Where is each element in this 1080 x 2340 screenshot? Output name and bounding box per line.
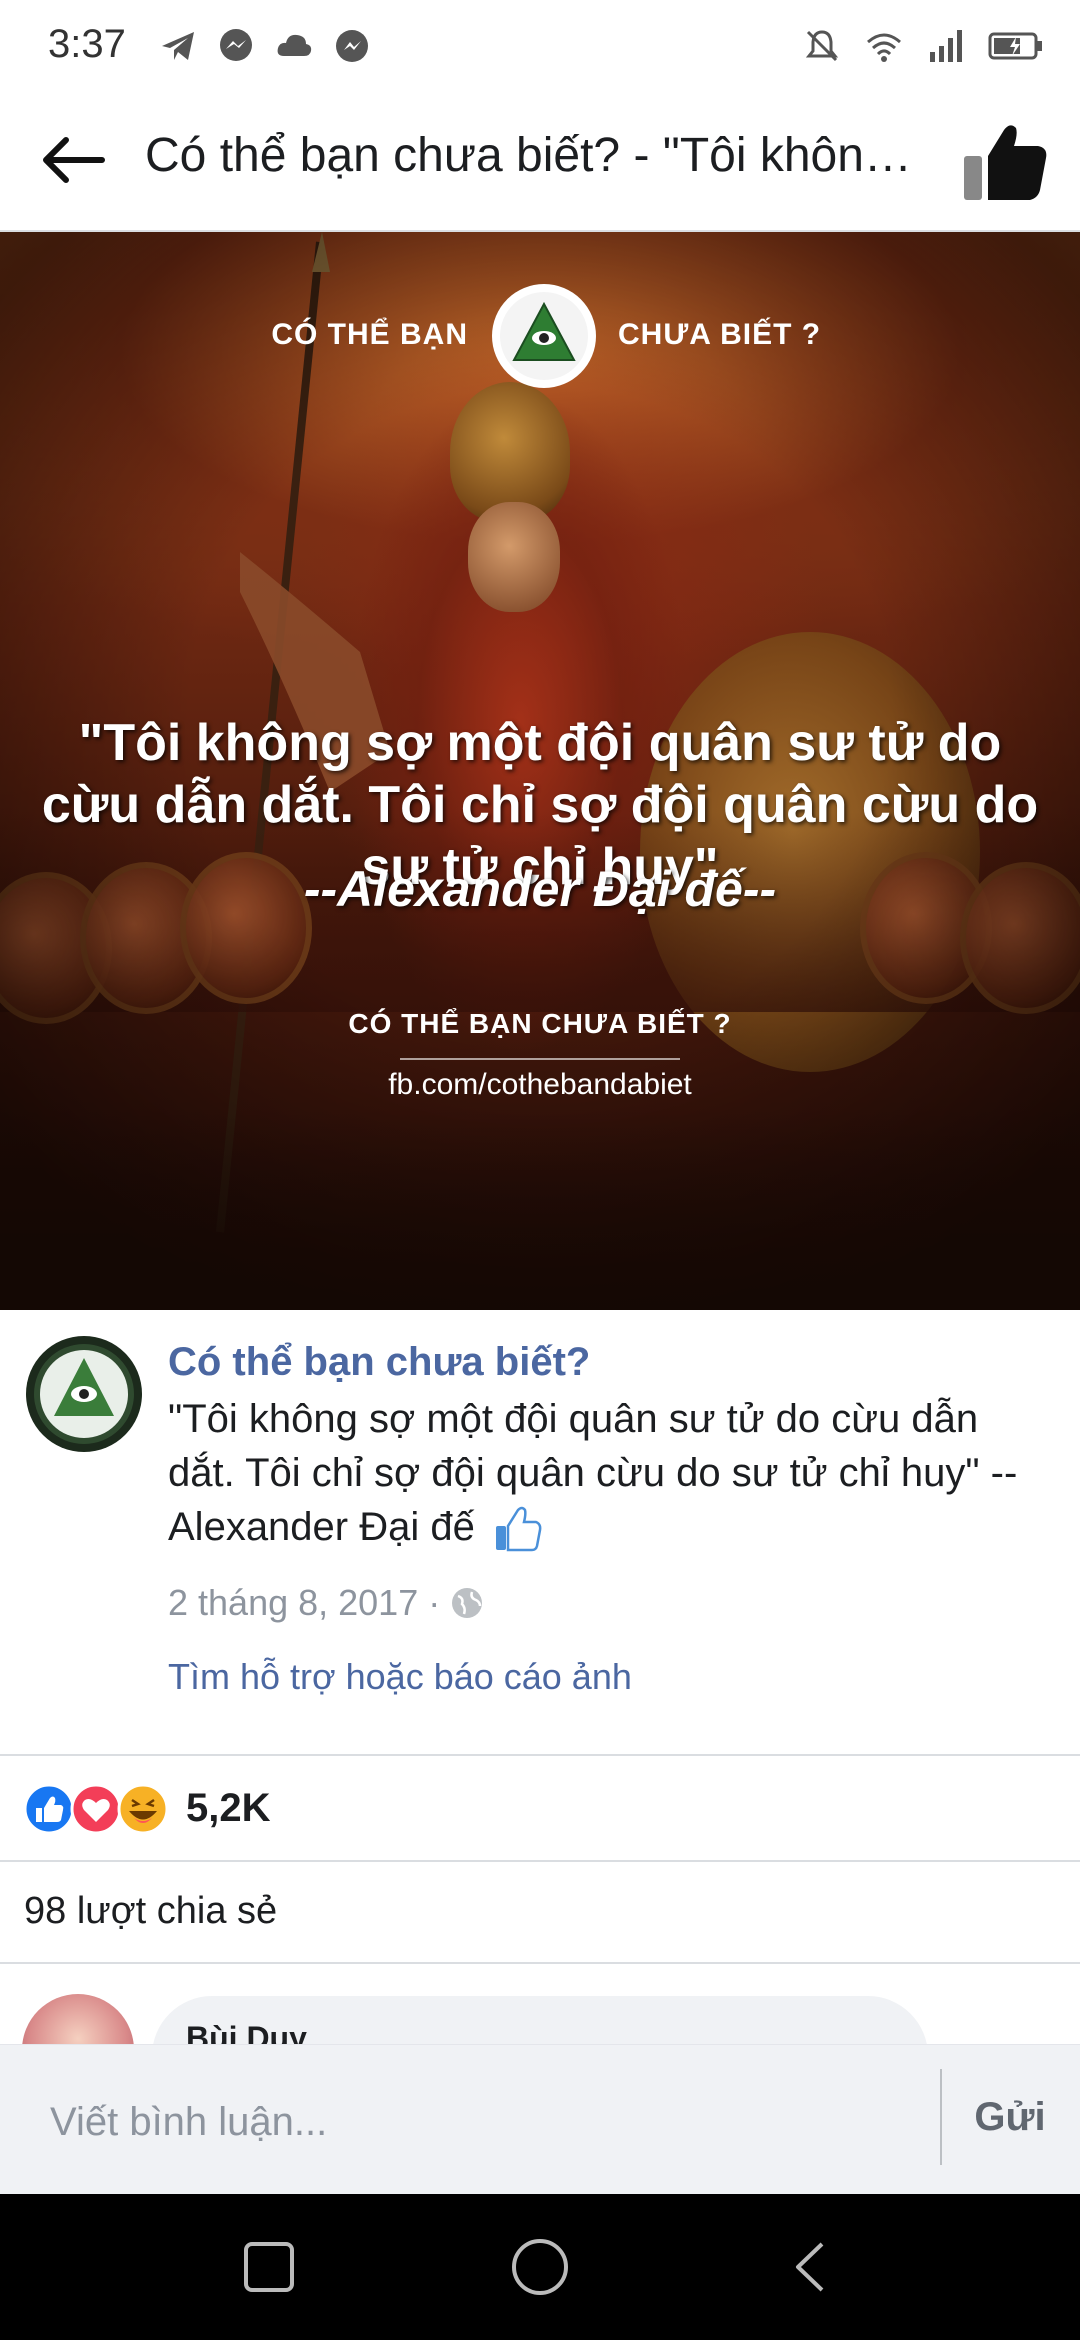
system-nav-bar [0, 2194, 1080, 2340]
telegram-icon [162, 32, 194, 60]
share-count: 98 lượt chia sẻ [24, 1890, 278, 1932]
comment-avatar[interactable] [22, 1994, 134, 2044]
page-title: Có thể bạn chưa biết? - "Tôi không sợ mộ… [145, 129, 915, 182]
status-time: 3:37 [48, 22, 126, 66]
post-photo[interactable]: CÓ THỂ BẠN CHƯA BIẾT ? "Tôi không sợ một… [0, 232, 1080, 1310]
signal-icon [930, 30, 962, 62]
back-arrow-icon[interactable] [36, 122, 112, 198]
messenger-alt-icon [336, 30, 368, 62]
report-photo-link[interactable]: Tìm hỗ trợ hoặc báo cáo ảnh [168, 1656, 632, 1698]
composer-divider [940, 2069, 942, 2165]
reaction-icons [23, 1783, 169, 1835]
brand-left-text: CÓ THỂ BẠN [271, 318, 468, 351]
brand-right-text: CHƯA BIẾT ? [618, 318, 822, 351]
post-date: 2 tháng 8, 2017 · [168, 1582, 441, 1623]
post-meta: 2 tháng 8, 2017 · [168, 1582, 484, 1624]
bell-off-icon [805, 30, 839, 62]
comment-author[interactable]: Bùi Duy [186, 2020, 307, 2044]
like-reaction-icon [23, 1783, 75, 1835]
comment-composer: Gửi [0, 2044, 1080, 2195]
photo-footer-divider [400, 1058, 680, 1060]
wifi-icon [867, 33, 901, 62]
notification-icons [158, 26, 372, 66]
home-icon[interactable] [507, 2234, 573, 2300]
page-avatar[interactable] [24, 1334, 144, 1454]
reactions-bar[interactable]: 5,2K [0, 1756, 1080, 1860]
post-caption: "Tôi không sợ một đội quân sư tử do cừu … [168, 1392, 1048, 1554]
photo-quote-author: --Alexander Đại đế-- [303, 861, 777, 917]
page-name-link[interactable]: Có thể bạn chưa biết? [168, 1340, 590, 1385]
cloud-icon [277, 34, 312, 56]
status-bar: 3:37 [0, 0, 1080, 92]
system-icons [802, 26, 1044, 66]
shares-row[interactable]: 98 lượt chia sẻ [0, 1862, 1080, 1962]
battery-icon [988, 32, 1042, 60]
thumbs-up-emoji-icon [495, 1507, 542, 1552]
photo-footer-brand: CÓ THỂ BẠN CHƯA BIẾT ? [348, 1008, 732, 1039]
recents-icon[interactable] [236, 2234, 302, 2300]
photo-footer-url: fb.com/cothebandabiet [388, 1068, 692, 1101]
love-reaction-icon [70, 1783, 122, 1835]
haha-reaction-icon [117, 1783, 169, 1835]
globe-icon [452, 1588, 483, 1618]
app-header: Có thể bạn chưa biết? - "Tôi không sợ mộ… [0, 92, 1080, 232]
like-icon[interactable] [960, 116, 1050, 206]
back-nav-icon[interactable] [778, 2234, 844, 2300]
reaction-count: 5,2K [186, 1786, 271, 1830]
post-caption-text: "Tôi không sợ một đội quân sư tử do cừu … [168, 1397, 1018, 1549]
photo-brand: CÓ THỂ BẠN CHƯA BIẾT ? [0, 282, 1080, 392]
messenger-icon [220, 29, 252, 61]
post-details: Có thể bạn chưa biết? "Tôi không sợ một … [0, 1310, 1080, 1754]
comment-input[interactable] [48, 2091, 912, 2153]
comment-preview: Bùi Duy [0, 1964, 1080, 2044]
eye-pyramid-logo [492, 284, 596, 388]
send-button[interactable]: Gửi [950, 2095, 1070, 2140]
